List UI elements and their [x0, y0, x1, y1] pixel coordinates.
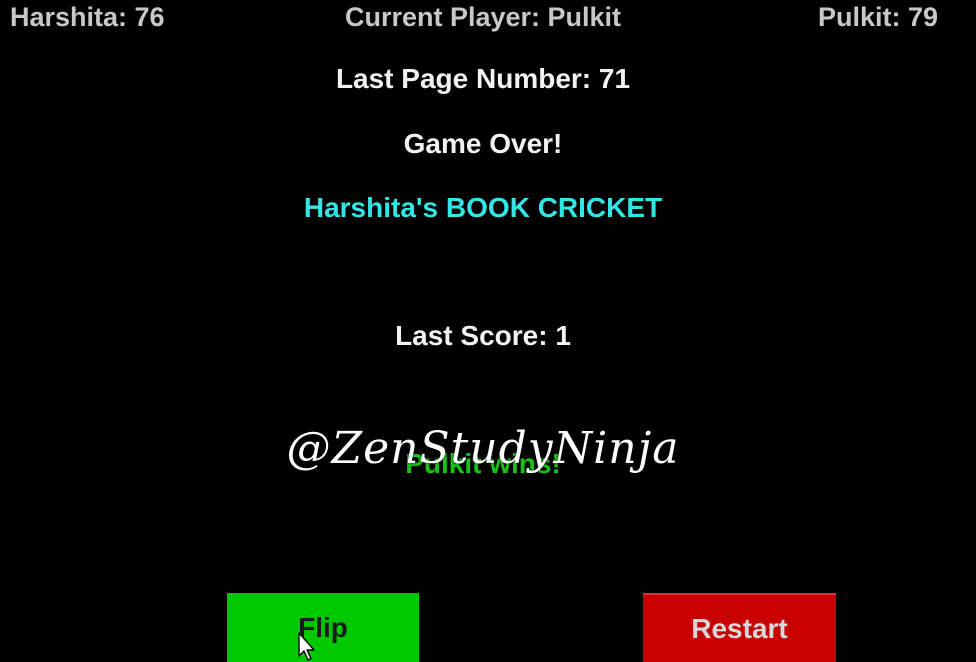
last-score: Last Score: 1 — [395, 320, 571, 351]
watermark: @ZenStudyNinja — [286, 423, 680, 474]
game-title: Harshita's BOOK CRICKET — [303, 192, 663, 223]
restart-button[interactable]: Restart — [643, 593, 836, 662]
mouse-pointer-icon — [298, 632, 315, 661]
restart-button-label: Restart — [691, 612, 788, 644]
player-two-score: Pulkit: 79 — [817, 2, 938, 32]
game-over-message: Game Over! — [403, 128, 563, 159]
flip-button[interactable]: Flip — [227, 593, 419, 662]
last-page-number: Last Page Number: 71 — [335, 63, 631, 94]
